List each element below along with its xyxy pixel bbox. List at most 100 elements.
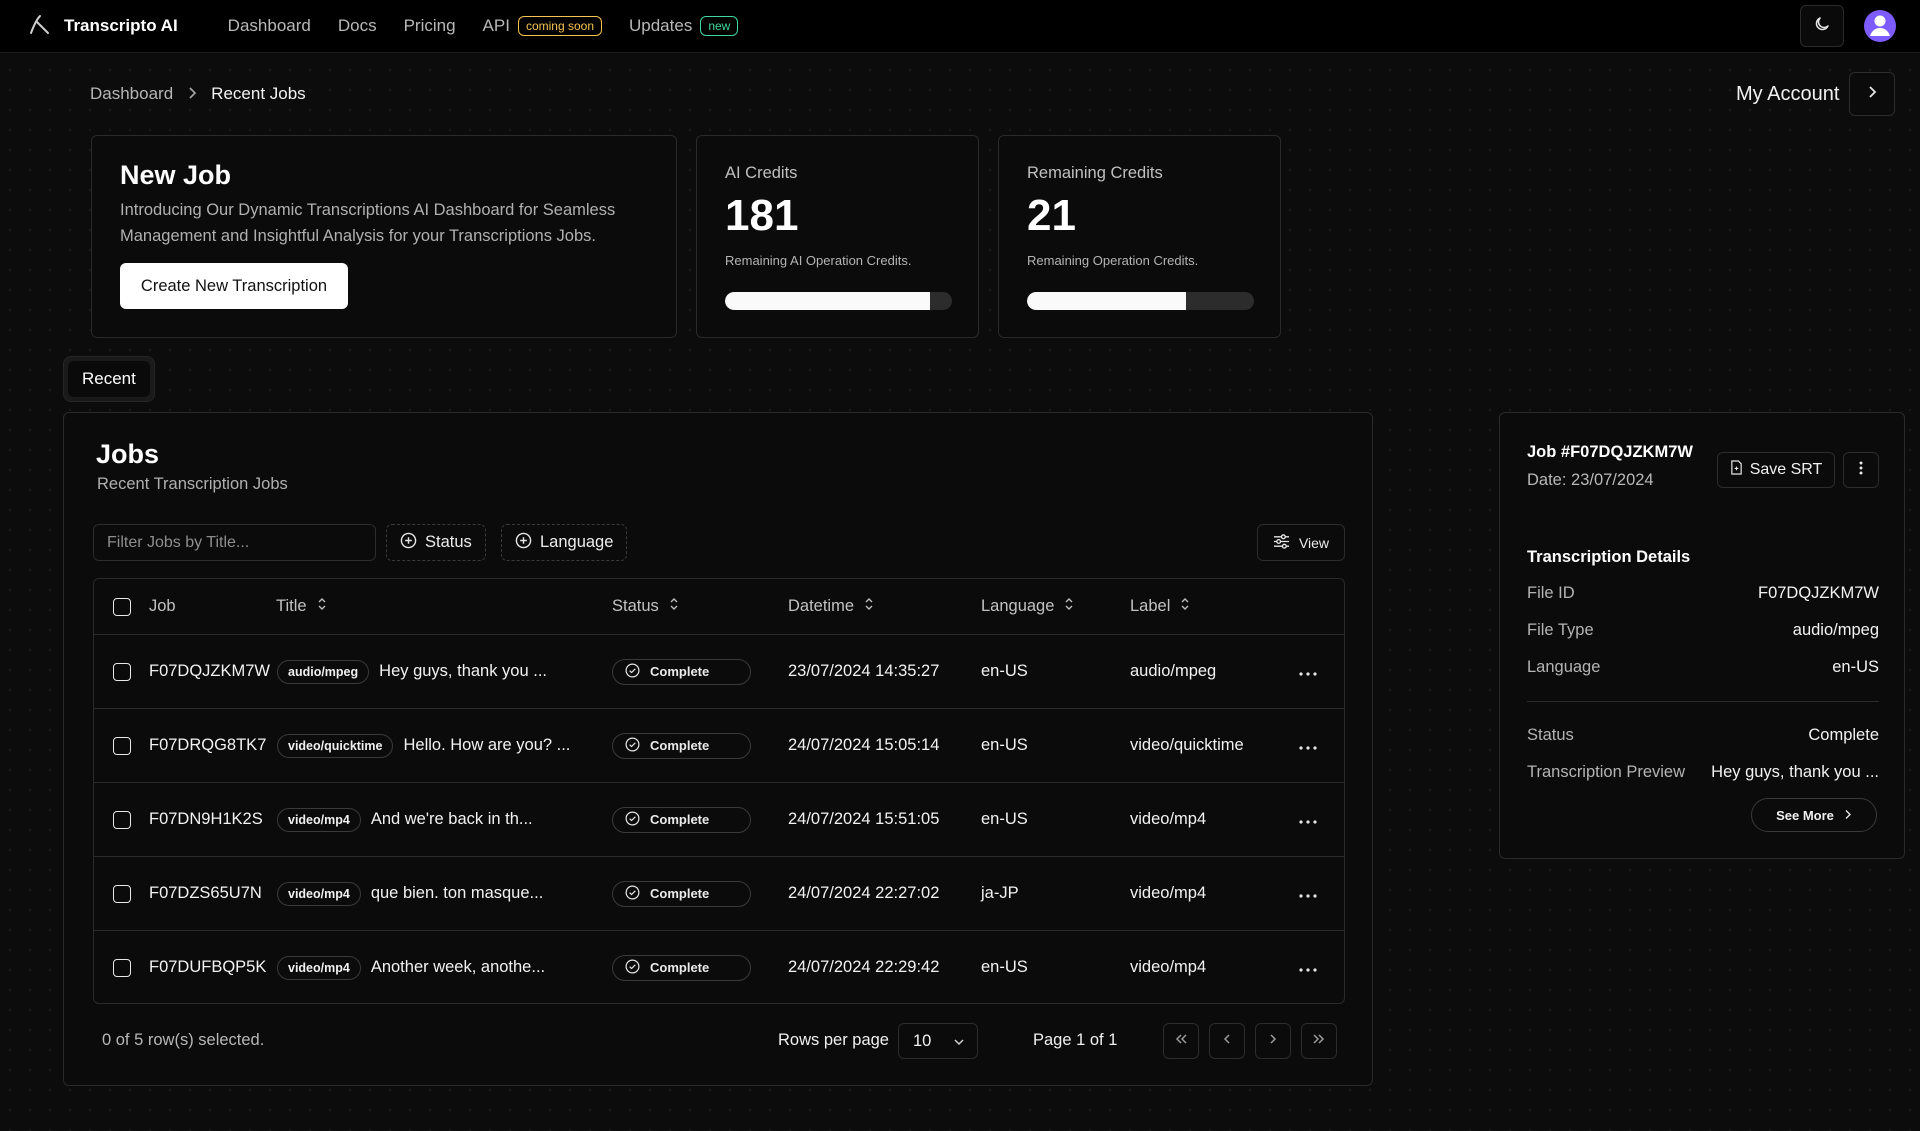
column-status[interactable]: Status (612, 579, 679, 634)
row-checkbox[interactable] (113, 884, 131, 903)
table-row[interactable]: F07DZS65U7N video/mp4 que bien. ton masq… (94, 856, 1344, 930)
column-label[interactable]: Label (1130, 579, 1190, 634)
column-title[interactable]: Title (276, 579, 327, 634)
row-checkbox[interactable] (113, 810, 131, 829)
detail-date: Date: 23/07/2024 (1527, 471, 1654, 489)
avatar[interactable] (1864, 10, 1896, 42)
label-cell: video/mp4 (1130, 958, 1207, 976)
title-cell: video/mp4 Another week, anothe... (277, 931, 577, 1003)
datetime-cell: 24/07/2024 22:29:42 (788, 958, 940, 976)
title-text: que bien. ton masque... (370, 884, 544, 902)
table-row[interactable]: F07DUFBQP5K video/mp4 Another week, anot… (94, 930, 1344, 1003)
column-datetime[interactable]: Datetime (788, 579, 874, 634)
row-checkbox[interactable] (113, 662, 131, 681)
view-options-button[interactable]: View (1257, 524, 1345, 561)
nav-docs[interactable]: Docs (338, 16, 377, 36)
filter-jobs-input[interactable] (93, 524, 376, 561)
row-actions-button[interactable] (1299, 783, 1317, 856)
detail-value: F07DQJZKM7W (1757, 584, 1879, 602)
table-header: Job Title Status Datetime Language Label (94, 579, 1344, 634)
status-filter-button[interactable]: Status (386, 524, 486, 561)
column-language[interactable]: Language (981, 579, 1074, 634)
moon-icon (1813, 15, 1831, 38)
remaining-credits-progress-fill (1027, 292, 1186, 310)
my-account: My Account (1736, 72, 1896, 116)
rows-per-page-select[interactable]: 10 (898, 1023, 978, 1059)
row-actions-button[interactable] (1299, 931, 1317, 1003)
ai-credits-progress-fill (725, 292, 931, 310)
table-row[interactable]: F07DRQG8TK7 video/quicktime Hello. How a… (94, 708, 1344, 782)
save-srt-button[interactable]: Save SRT (1717, 452, 1835, 488)
detail-row-language: Language en-US (1527, 658, 1879, 677)
nav-docs-label: Docs (337, 16, 377, 35)
select-all-checkbox[interactable] (113, 597, 131, 616)
job-id: F07DZS65U7N (149, 884, 262, 902)
detail-key: File ID (1527, 584, 1575, 602)
coming-soon-badge: coming soon (517, 16, 602, 36)
tab-recent[interactable]: Recent (68, 361, 150, 397)
more-horizontal-icon (1299, 884, 1317, 903)
breadcrumb-dashboard[interactable]: Dashboard (90, 84, 173, 104)
more-vertical-icon (1859, 460, 1863, 481)
check-circle-icon (625, 663, 640, 681)
detail-row-file-type: File Type audio/mpeg (1527, 621, 1879, 640)
nav-updates[interactable]: Updates new (629, 16, 739, 36)
table-row[interactable]: F07DN9H1K2S video/mp4 And we're back in … (94, 782, 1344, 856)
chevron-down-icon (953, 1032, 965, 1051)
ai-credits-progress (725, 292, 952, 310)
row-actions-button[interactable] (1299, 635, 1317, 708)
chevrons-right-icon (1312, 1032, 1326, 1050)
first-page-button[interactable] (1163, 1023, 1199, 1059)
brand[interactable]: Transcripto AI (28, 13, 178, 40)
row-actions-button[interactable] (1299, 709, 1317, 782)
selection-count: 0 of 5 row(s) selected. (102, 1031, 265, 1049)
see-more-button[interactable]: See More (1751, 798, 1877, 832)
chevron-right-icon (187, 84, 197, 104)
status-badge: Complete (612, 880, 751, 907)
detail-value: en-US (1832, 658, 1879, 676)
column-language-label: Language (981, 597, 1055, 615)
previous-page-button[interactable] (1209, 1023, 1245, 1059)
new-job-description: Introducing Our Dynamic Transcriptions A… (120, 201, 616, 245)
sort-icon (317, 597, 327, 616)
row-checkbox[interactable] (113, 958, 131, 977)
type-tag: video/mp4 (277, 955, 361, 980)
chevron-left-icon (1222, 1032, 1232, 1050)
status-text: Complete (650, 812, 710, 827)
sort-icon (1064, 597, 1074, 616)
status-filter-label: Status (425, 533, 472, 551)
remaining-credits-progress (1027, 292, 1254, 310)
next-page-button[interactable] (1255, 1023, 1291, 1059)
more-horizontal-icon (1299, 662, 1317, 681)
theme-toggle-button[interactable] (1800, 5, 1844, 47)
rows-per-page-value: 10 (913, 1031, 932, 1050)
sort-icon (669, 597, 679, 616)
title-text: Another week, anothe... (370, 958, 546, 976)
status-badge: Complete (612, 658, 751, 685)
status-text: Complete (650, 664, 710, 679)
nav-pricing[interactable]: Pricing (404, 16, 456, 36)
detail-key: Language (1527, 658, 1601, 676)
last-page-button[interactable] (1301, 1023, 1337, 1059)
detail-row-preview: Transcription Preview Hey guys, thank yo… (1527, 763, 1879, 782)
check-circle-icon (625, 885, 640, 903)
nav-api[interactable]: API coming soon (483, 16, 602, 36)
create-transcription-button[interactable]: Create New Transcription (120, 263, 348, 309)
language-cell: en-US (981, 810, 1028, 828)
language-filter-button[interactable]: Language (501, 524, 628, 561)
view-label: View (1298, 534, 1330, 551)
row-checkbox[interactable] (113, 736, 131, 755)
nav-dashboard[interactable]: Dashboard (228, 16, 311, 36)
row-actions-button[interactable] (1299, 857, 1317, 930)
job-id: F07DQJZKM7W (149, 662, 271, 680)
remaining-credits-card: Remaining Credits 21 Remaining Operation… (998, 135, 1281, 338)
my-account-button[interactable] (1849, 72, 1896, 116)
type-tag: audio/mpeg (277, 659, 370, 684)
sort-icon (1180, 597, 1190, 616)
language-cell: en-US (981, 736, 1028, 754)
type-tag: video/mp4 (277, 881, 361, 906)
new-job-card: New Job Introducing Our Dynamic Transcri… (91, 135, 677, 338)
detail-key: Transcription Preview (1527, 763, 1686, 781)
table-row[interactable]: F07DQJZKM7W audio/mpeg Hey guys, thank y… (94, 634, 1344, 708)
detail-more-button[interactable] (1843, 452, 1879, 488)
